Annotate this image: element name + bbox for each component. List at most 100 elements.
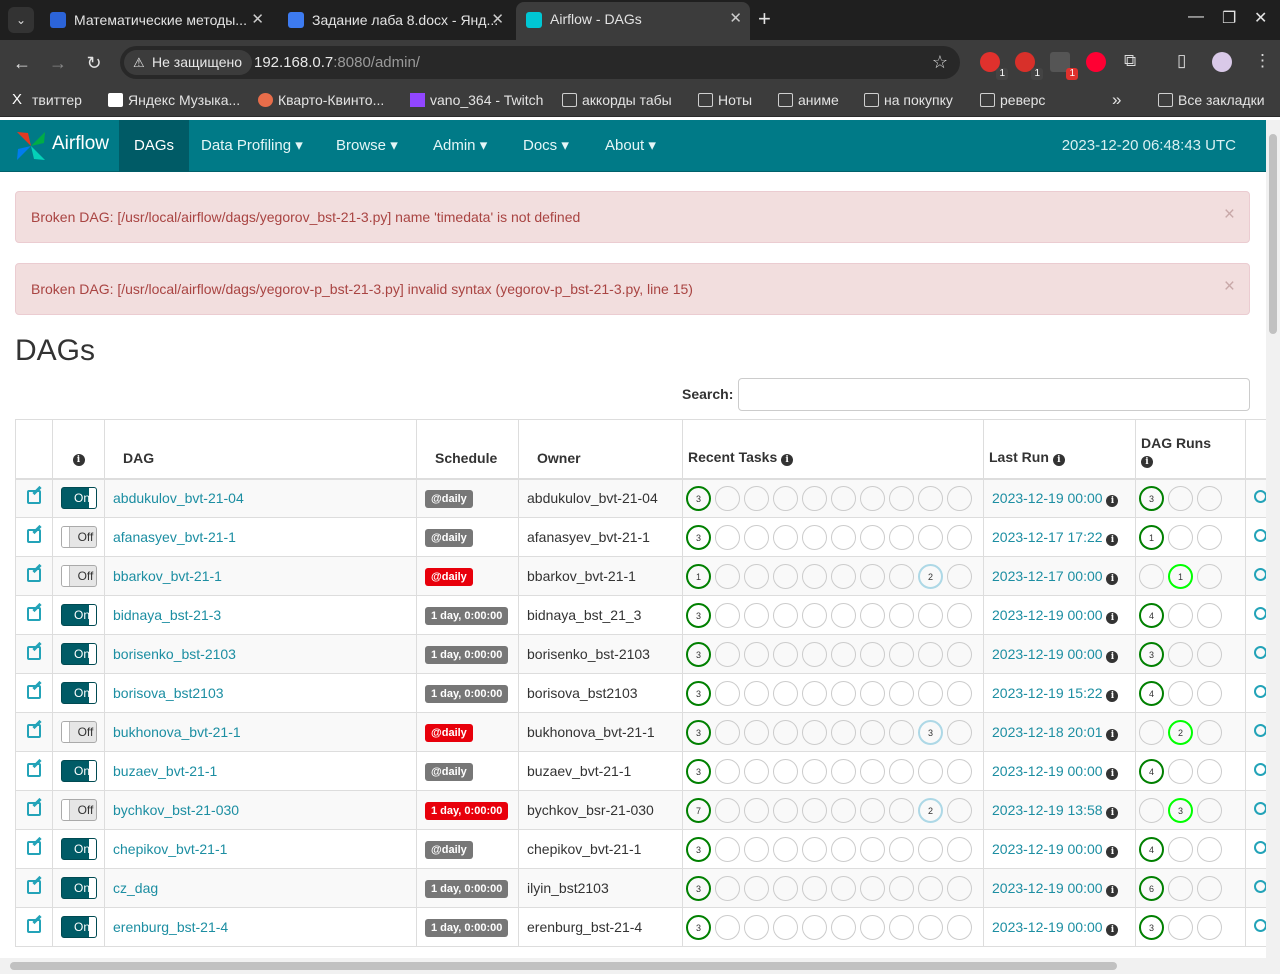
trigger-dag-icon[interactable] [1254, 568, 1266, 581]
bookmark-folder-chords[interactable]: аккорды табы [562, 85, 672, 117]
task-state-circle[interactable] [802, 524, 827, 550]
dag-link[interactable]: borisenko_bst-2103 [113, 646, 236, 662]
last-run-link[interactable]: 2023-12-19 00:00 [992, 763, 1103, 779]
dag-run-state-circle[interactable]: 1 [1168, 563, 1193, 589]
task-state-circle[interactable] [889, 914, 914, 940]
dag-run-state-circle[interactable]: 6 [1139, 875, 1164, 901]
dag-run-state-circle[interactable] [1139, 797, 1164, 823]
task-state-circle[interactable] [889, 836, 914, 862]
task-state-circle[interactable] [860, 485, 885, 511]
address-bar[interactable]: ⚠ Не защищено 192.168.0.7:8080/admin/ ☆ [120, 46, 960, 79]
task-state-circle[interactable] [860, 719, 885, 745]
tab-close-icon[interactable]: ✕ [729, 2, 742, 36]
bookmark-folder-anime[interactable]: аниме [778, 85, 839, 117]
dag-link[interactable]: cz_dag [113, 880, 158, 896]
scrollbar-thumb[interactable] [1269, 134, 1277, 334]
dag-run-state-circle[interactable]: 4 [1139, 602, 1164, 628]
trigger-dag-icon[interactable] [1254, 919, 1266, 932]
dag-run-state-circle[interactable]: 3 [1139, 914, 1164, 940]
search-input[interactable] [738, 378, 1250, 411]
task-state-circle[interactable] [860, 602, 885, 628]
task-state-circle[interactable] [744, 719, 769, 745]
last-run-link[interactable]: 2023-12-17 00:00 [992, 568, 1103, 584]
task-state-circle[interactable] [773, 914, 798, 940]
task-state-circle[interactable] [773, 485, 798, 511]
reload-icon[interactable]: ↻ [82, 51, 106, 75]
vertical-scrollbar[interactable] [1266, 120, 1280, 974]
side-panel-icon[interactable]: ▯ [1177, 51, 1186, 71]
task-state-success-circle[interactable]: 3 [686, 602, 711, 628]
task-state-success-circle[interactable]: 3 [686, 641, 711, 667]
nav-about[interactable]: About ▾ [590, 120, 671, 172]
dag-run-state-circle[interactable] [1168, 758, 1193, 784]
task-state-circle[interactable] [802, 836, 827, 862]
dag-run-state-circle[interactable] [1197, 563, 1222, 589]
dag-pause-toggle[interactable]: On [61, 877, 97, 899]
task-state-circle[interactable] [802, 563, 827, 589]
info-icon[interactable]: i [1106, 884, 1119, 897]
dag-pause-toggle[interactable]: On [61, 487, 97, 510]
task-state-circle[interactable] [802, 602, 827, 628]
trigger-dag-icon[interactable] [1254, 529, 1266, 542]
dag-run-state-circle[interactable] [1168, 641, 1193, 667]
edit-icon[interactable] [27, 723, 41, 738]
task-state-circle[interactable] [831, 485, 856, 511]
task-state-success-circle[interactable]: 3 [686, 758, 711, 784]
task-state-circle[interactable] [744, 485, 769, 511]
nav-dags[interactable]: DAGs [119, 120, 190, 172]
task-state-circle[interactable] [744, 524, 769, 550]
edit-icon[interactable] [27, 528, 41, 543]
info-icon[interactable]: i [1106, 767, 1119, 780]
dag-run-state-circle[interactable]: 3 [1139, 641, 1164, 667]
task-state-circle[interactable] [889, 680, 914, 706]
dag-run-state-circle[interactable] [1197, 875, 1222, 901]
task-state-circle[interactable] [773, 524, 798, 550]
task-state-circle[interactable] [947, 836, 972, 862]
task-state-circle[interactable] [947, 485, 972, 511]
dag-link[interactable]: afanasyev_bvt-21-1 [113, 529, 236, 545]
dag-run-state-circle[interactable] [1139, 563, 1164, 589]
task-state-success-circle[interactable]: 3 [686, 524, 711, 550]
nav-data-profiling[interactable]: Data Profiling ▾ [186, 120, 318, 172]
task-state-circle[interactable] [773, 680, 798, 706]
dag-link[interactable]: abdukulov_bvt-21-04 [113, 490, 244, 506]
task-state-circle[interactable] [744, 680, 769, 706]
dag-pause-toggle[interactable]: Off [61, 721, 97, 743]
dag-run-state-circle[interactable]: 3 [1168, 797, 1193, 823]
task-state-success-circle[interactable]: 3 [686, 836, 711, 862]
last-run-link[interactable]: 2023-12-19 00:00 [992, 919, 1103, 935]
youtube-extension-icon[interactable] [1086, 52, 1106, 72]
trigger-dag-icon[interactable] [1254, 646, 1266, 659]
task-state-circle[interactable] [947, 797, 972, 823]
task-state-circle[interactable] [744, 641, 769, 667]
task-state-circle[interactable] [860, 914, 885, 940]
last-run-link[interactable]: 2023-12-19 00:00 [992, 607, 1103, 623]
task-state-circle[interactable] [889, 875, 914, 901]
task-state-circle[interactable] [860, 758, 885, 784]
new-tab-plus-icon[interactable]: + [758, 6, 778, 34]
dag-run-state-circle[interactable] [1197, 680, 1222, 706]
task-state-circle[interactable] [715, 563, 740, 589]
dag-pause-toggle[interactable]: On [61, 682, 97, 704]
nav-browse[interactable]: Browse ▾ [321, 120, 413, 172]
task-state-circle[interactable] [860, 875, 885, 901]
info-icon[interactable]: i [1106, 728, 1119, 741]
dag-run-state-circle[interactable] [1197, 602, 1222, 628]
bookmark-star-icon[interactable]: ☆ [932, 46, 948, 79]
task-state-circle[interactable] [773, 602, 798, 628]
window-close-icon[interactable]: ✕ [1254, 8, 1267, 28]
dag-run-state-circle[interactable]: 2 [1168, 719, 1193, 745]
profile-avatar[interactable] [1212, 52, 1232, 72]
task-state-circle[interactable] [744, 914, 769, 940]
task-state-circle[interactable] [918, 524, 943, 550]
task-state-circle[interactable] [918, 836, 943, 862]
minimize-icon[interactable]: — [1188, 8, 1204, 26]
browser-tab-2[interactable]: Задание лаба 8.docx - Янд... ✕ [278, 6, 512, 34]
info-icon[interactable]: i [1106, 572, 1119, 585]
nav-admin[interactable]: Admin ▾ [418, 120, 502, 172]
dag-run-state-circle[interactable] [1197, 719, 1222, 745]
info-icon[interactable]: i [1052, 453, 1065, 466]
dag-run-state-circle[interactable] [1197, 836, 1222, 862]
task-state-circle[interactable] [947, 641, 972, 667]
task-state-circle[interactable] [773, 797, 798, 823]
